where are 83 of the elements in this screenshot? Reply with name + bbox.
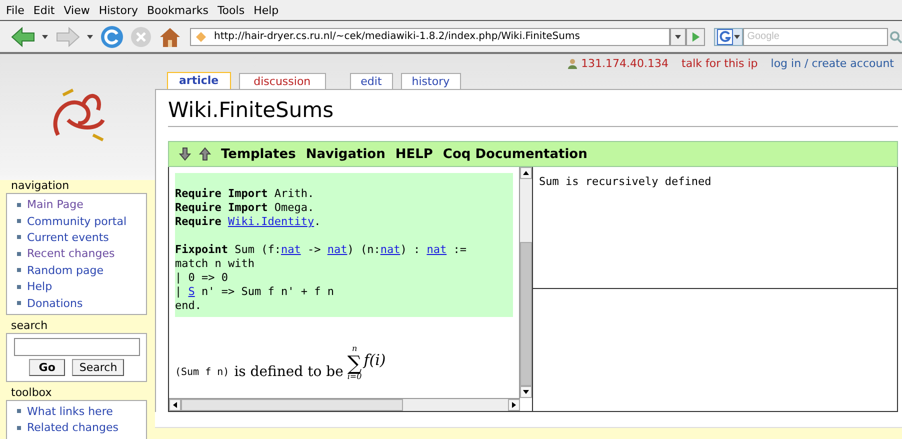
home-icon[interactable] [158, 26, 182, 48]
user-ip-link[interactable]: 131.174.40.134 [581, 56, 669, 70]
sidebar-link[interactable]: Recent changes [27, 247, 115, 260]
search-engine-button[interactable] [714, 28, 744, 46]
sidebar-link[interactable]: Related changes [27, 421, 118, 434]
sidebar-link[interactable]: Help [27, 280, 52, 294]
dropdown-caret-icon[interactable] [87, 34, 93, 38]
up-arrow-icon[interactable] [199, 147, 211, 162]
menu-item[interactable]: Edit [33, 4, 55, 16]
bullet-icon [17, 252, 21, 256]
sum-formula: n ∑ i=0 f(i) [347, 345, 386, 382]
portlet-title: search [10, 318, 49, 334]
bullet-icon [17, 219, 21, 224]
code-line: match n with [175, 257, 254, 272]
vertical-scrollbar[interactable] [519, 167, 532, 398]
bullet-icon [17, 268, 21, 272]
menu-item[interactable]: File [6, 4, 24, 16]
sidebar-link[interactable]: Main Page [27, 198, 84, 212]
sidebar-link[interactable]: What links here [27, 404, 113, 418]
code-text: (Sum f n) [175, 367, 230, 380]
goal-text: Sum is recursively defined [539, 175, 712, 188]
scroll-up-arrow-icon[interactable] [523, 171, 529, 176]
bullet-icon [17, 301, 21, 306]
code-line: end. [175, 299, 202, 314]
code-line: Require Wiki.Identity. [175, 215, 321, 230]
page-tab[interactable]: edit [350, 73, 393, 90]
menu-item[interactable]: Bookmarks [146, 4, 208, 16]
sidebar-link[interactable]: Community portal [27, 214, 127, 228]
toolbar-menu-link[interactable]: HELP [395, 146, 433, 162]
bullet-icon [17, 426, 21, 430]
code-link[interactable]: Wiki.Identity [228, 215, 314, 228]
code-link[interactable]: nat [380, 243, 400, 256]
scroll-down-arrow-icon[interactable] [523, 390, 529, 394]
portlet-title: toolbox [10, 385, 53, 400]
sidebar-link[interactable]: Donations [27, 296, 83, 310]
bullet-icon [17, 202, 21, 207]
toolbar-menu-link[interactable]: Templates [221, 146, 296, 162]
portlet-title: navigation [10, 178, 70, 194]
horizontal-scrollbar[interactable] [169, 398, 520, 412]
definition-text: is defined to be [234, 364, 344, 382]
toolbar-menu-link[interactable]: Navigation [306, 146, 386, 162]
bullet-icon [17, 284, 21, 289]
menu-item[interactable]: Tools [217, 4, 245, 16]
code-line: | 0 => 0 [175, 271, 228, 286]
menu-item[interactable]: View [64, 4, 90, 16]
search-input[interactable] [14, 338, 140, 356]
code-link[interactable]: nat [327, 243, 348, 256]
caret-icon [675, 34, 682, 38]
back-arrow-icon[interactable] [10, 26, 36, 48]
code-line: Require Import Omega. [175, 201, 314, 216]
code-link[interactable]: nat [280, 243, 301, 256]
url-text: http://hair-dryer.cs.ru.nl/~cek/mediawiki-1.8.2/index.php/Wiki.FiniteSums [214, 31, 580, 42]
talk-link[interactable]: talk for this ip [682, 56, 758, 70]
menu-item[interactable]: Help [254, 4, 279, 16]
dropdown-caret-icon[interactable] [42, 34, 48, 38]
code-line: Fixpoint Sum (f:nat -> nat) (n:nat) : nat := [175, 243, 466, 258]
sidebar-link[interactable]: Current events [27, 230, 109, 244]
page-title: Wiki.FiniteSums [168, 96, 898, 128]
reload-icon[interactable] [100, 24, 124, 48]
code-link[interactable]: S [188, 285, 195, 298]
code-link[interactable]: nat [426, 243, 447, 256]
caret-icon [734, 34, 740, 38]
search-button[interactable]: Search [72, 359, 124, 376]
page-tab[interactable]: discussion [238, 73, 326, 90]
page-tab[interactable]: article [167, 72, 231, 90]
page-tab[interactable]: history [400, 73, 461, 90]
code-line: | S n' => Sum f n' + f n [175, 285, 334, 300]
toolbar-menu-link[interactable]: Coq Documentation [442, 146, 588, 162]
address-field[interactable]: http://hair-dryer.cs.ru.nl/~cek/mediawiki-1.8.2/index.php/Wiki.FiniteSums [190, 28, 670, 46]
code-line: Require Import Arith. [175, 187, 314, 202]
scroll-right-arrow-icon[interactable] [512, 402, 516, 408]
down-arrow-icon[interactable] [179, 147, 191, 162]
bullet-icon [17, 409, 21, 414]
go-button[interactable]: Go [28, 359, 66, 376]
menu-item[interactable]: History [98, 4, 138, 16]
bullet-icon [17, 235, 21, 240]
user-icon [567, 58, 578, 69]
scroll-left-arrow-icon[interactable] [173, 402, 177, 408]
sidebar-link[interactable]: Random page [27, 264, 104, 277]
history-dropdown-button[interactable] [670, 28, 686, 46]
login-link[interactable]: log in / create account [770, 56, 894, 70]
search-field[interactable]: Google [743, 28, 888, 46]
page-icon [195, 30, 207, 42]
